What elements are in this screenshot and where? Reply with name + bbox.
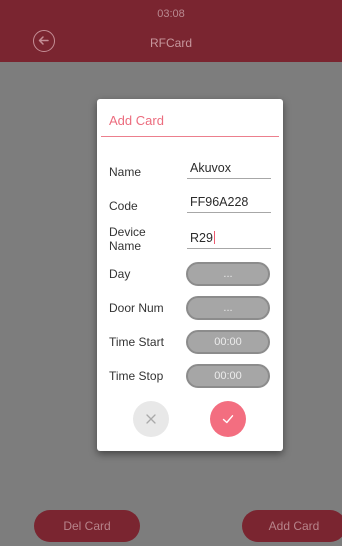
confirm-button[interactable] bbox=[210, 401, 246, 437]
day-label: Day bbox=[109, 267, 131, 281]
text-cursor bbox=[213, 231, 215, 244]
code-field[interactable]: FF96A228 bbox=[187, 193, 271, 213]
add-card-button[interactable]: Add Card bbox=[242, 510, 342, 542]
title-bar: RFCard bbox=[0, 26, 342, 62]
door-num-label: Door Num bbox=[109, 301, 164, 315]
status-bar: 03:08 bbox=[0, 0, 342, 26]
del-card-button[interactable]: Del Card bbox=[34, 510, 140, 542]
add-card-dialog: Add Card Name Akuvox Code FF96A228 Devic… bbox=[97, 99, 283, 451]
page-title: RFCard bbox=[149, 36, 192, 50]
name-label: Name bbox=[109, 165, 142, 179]
day-select[interactable]: ... bbox=[186, 262, 270, 286]
close-icon bbox=[146, 414, 156, 424]
device-name-value: R29 bbox=[190, 231, 213, 245]
device-name-label: Device Name bbox=[109, 225, 146, 253]
door-num-select[interactable]: ... bbox=[186, 296, 270, 320]
device-name-field[interactable]: R29 bbox=[187, 229, 271, 249]
rfcard-screen: 03:08 RFCard Del Card Add Card Add Card … bbox=[0, 0, 342, 546]
status-time: 03:08 bbox=[157, 8, 185, 20]
dialog-title: Add Card bbox=[109, 113, 164, 128]
time-start-select[interactable]: 00:00 bbox=[186, 330, 270, 354]
time-stop-select[interactable]: 00:00 bbox=[186, 364, 270, 388]
name-field[interactable]: Akuvox bbox=[187, 159, 271, 179]
cancel-button[interactable] bbox=[133, 401, 169, 437]
dialog-divider bbox=[101, 136, 279, 137]
time-start-label: Time Start bbox=[109, 335, 164, 349]
time-stop-label: Time Stop bbox=[109, 369, 164, 383]
code-label: Code bbox=[109, 199, 138, 213]
check-icon bbox=[222, 415, 234, 424]
